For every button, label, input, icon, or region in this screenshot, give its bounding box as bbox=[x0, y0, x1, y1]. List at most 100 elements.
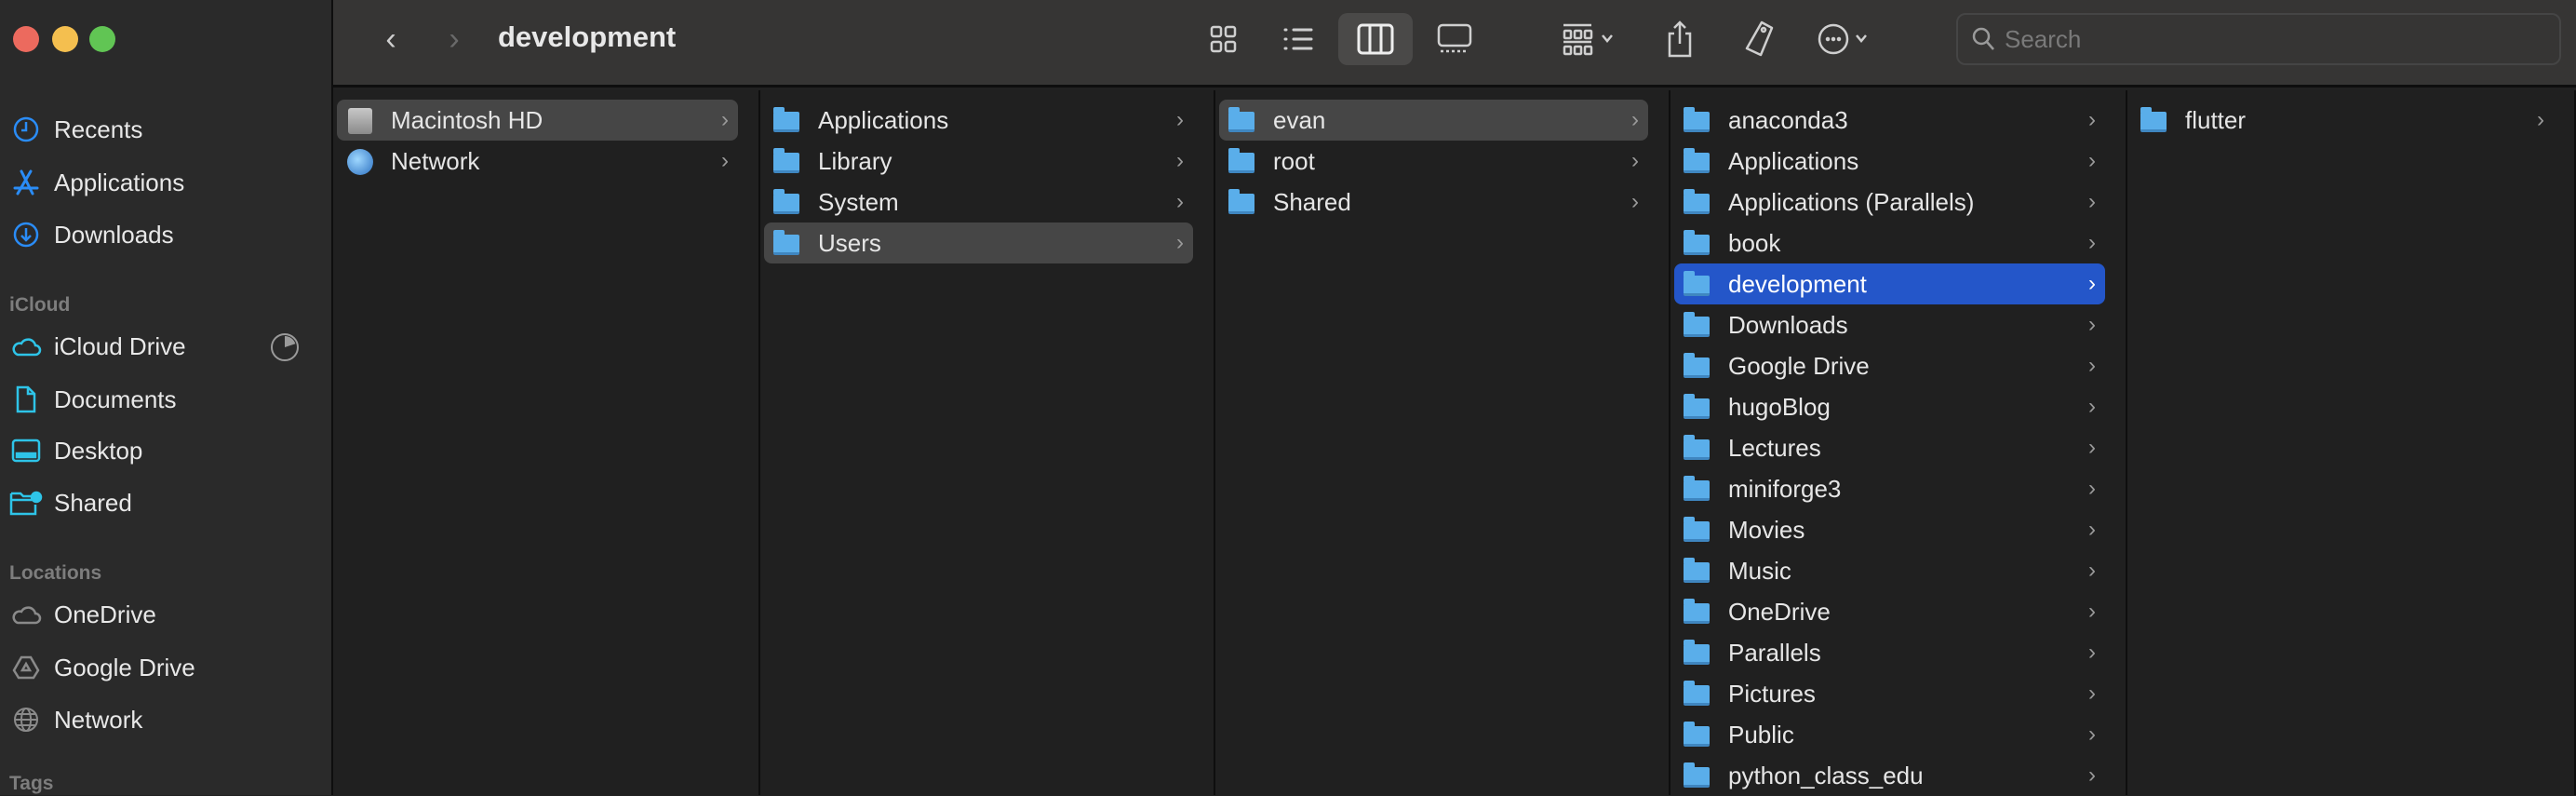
chevron-right-icon: › bbox=[2088, 762, 2096, 788]
minimize-button[interactable] bbox=[52, 26, 78, 52]
sidebar-item-label: Applications bbox=[54, 168, 185, 196]
sidebar-item-network[interactable]: Network bbox=[0, 696, 331, 743]
list-item[interactable]: Lectures › bbox=[1674, 427, 2105, 468]
shared-folder-icon bbox=[9, 490, 43, 516]
sidebar-item-label: Desktop bbox=[54, 436, 143, 465]
sidebar-item-icloud-drive[interactable]: iCloud Drive bbox=[0, 323, 331, 370]
columns-icon bbox=[1357, 23, 1394, 55]
item-name: book bbox=[1728, 228, 1781, 257]
browser-column-4: anaconda3 › Applications › Applications (Par… bbox=[1670, 90, 2127, 795]
icon-view-button[interactable] bbox=[1203, 13, 1244, 65]
tag-button[interactable] bbox=[1738, 13, 1779, 65]
download-icon bbox=[9, 221, 43, 249]
chevron-left-icon: ‹ bbox=[385, 20, 396, 57]
folder-icon bbox=[773, 189, 801, 214]
folder-icon bbox=[1684, 722, 1711, 747]
tag-icon bbox=[1745, 20, 1774, 57]
list-item[interactable]: Downloads › bbox=[1674, 304, 2105, 345]
network-globe-icon bbox=[346, 149, 374, 175]
globe-icon bbox=[9, 706, 43, 734]
list-item[interactable]: Public › bbox=[1674, 714, 2105, 755]
forward-button[interactable]: › bbox=[436, 13, 473, 65]
clock-icon bbox=[9, 115, 43, 143]
group-button[interactable] bbox=[1552, 13, 1627, 65]
zoom-button[interactable] bbox=[89, 26, 115, 52]
sidebar-item-google-drive[interactable]: Google Drive bbox=[0, 644, 331, 691]
browser-column-1: Macintosh HD › Network › bbox=[333, 90, 760, 795]
sidebar-item-shared[interactable]: Shared bbox=[0, 479, 331, 526]
gallery-view-button[interactable] bbox=[1431, 13, 1478, 65]
grid-icon bbox=[1210, 25, 1237, 53]
list-item[interactable]: Music › bbox=[1674, 550, 2105, 591]
list-item[interactable]: Google Drive › bbox=[1674, 345, 2105, 386]
sidebar-item-recents[interactable]: Recents bbox=[0, 106, 331, 153]
column-view-button[interactable] bbox=[1338, 13, 1413, 65]
list-item[interactable]: book › bbox=[1674, 223, 2105, 263]
list-item[interactable]: Macintosh HD › bbox=[337, 100, 738, 141]
list-item[interactable]: anaconda3 › bbox=[1674, 100, 2105, 141]
list-item[interactable]: Applications (Parallels) › bbox=[1674, 182, 2105, 223]
chevron-right-icon: › bbox=[2088, 230, 2096, 255]
folder-icon bbox=[1684, 517, 1711, 542]
item-name: Movies bbox=[1728, 515, 1805, 544]
sidebar-item-documents[interactable]: Documents bbox=[0, 376, 331, 423]
list-item[interactable]: Parallels › bbox=[1674, 632, 2105, 673]
sidebar-item-onedrive[interactable]: OneDrive bbox=[0, 591, 331, 638]
list-item[interactable]: Library › bbox=[764, 141, 1193, 182]
item-name: System bbox=[818, 187, 899, 216]
list-item[interactable]: Shared › bbox=[1219, 182, 1648, 223]
more-actions-button[interactable] bbox=[1808, 13, 1883, 65]
chevron-right-icon: › bbox=[2088, 517, 2096, 542]
google-drive-icon bbox=[9, 654, 43, 681]
item-name: Applications bbox=[1728, 146, 1859, 175]
folder-icon bbox=[1684, 435, 1711, 460]
folder-icon bbox=[1684, 681, 1711, 706]
sidebar-item-desktop[interactable]: Desktop bbox=[0, 427, 331, 474]
browser-column-5: flutter › bbox=[2127, 90, 2576, 795]
folder-icon bbox=[1684, 312, 1711, 337]
close-button[interactable] bbox=[13, 26, 39, 52]
chevron-right-icon: › bbox=[2088, 681, 2096, 706]
share-icon bbox=[1668, 20, 1692, 58]
list-item[interactable]: Pictures › bbox=[1674, 673, 2105, 714]
folder-icon bbox=[1228, 107, 1256, 132]
list-item[interactable]: flutter › bbox=[2131, 100, 2554, 141]
list-item[interactable]: Applications › bbox=[1674, 141, 2105, 182]
list-item[interactable]: root › bbox=[1219, 141, 1648, 182]
folder-icon bbox=[1228, 148, 1256, 173]
search-input[interactable] bbox=[2005, 24, 2526, 54]
list-view-button[interactable] bbox=[1278, 13, 1319, 65]
list-item[interactable]: miniforge3 › bbox=[1674, 468, 2105, 509]
folder-icon bbox=[1684, 148, 1711, 173]
chevron-right-icon: › bbox=[2088, 107, 2096, 132]
chevron-right-icon: › bbox=[2088, 353, 2096, 378]
list-item[interactable]: hugoBlog › bbox=[1674, 386, 2105, 427]
sidebar-item-downloads[interactable]: Downloads bbox=[0, 211, 331, 258]
list-item[interactable]: Network › bbox=[337, 141, 738, 182]
chevron-right-icon: › bbox=[2088, 558, 2096, 583]
list-item[interactable]: System › bbox=[764, 182, 1193, 223]
sidebar-item-label: Shared bbox=[54, 488, 132, 517]
item-name: miniforge3 bbox=[1728, 474, 1842, 503]
item-name: Public bbox=[1728, 720, 1794, 749]
share-button[interactable] bbox=[1659, 13, 1700, 65]
item-name: root bbox=[1273, 146, 1315, 175]
sidebar-section-tags_header: Tags bbox=[9, 773, 54, 794]
sidebar-item-applications[interactable]: Applications bbox=[0, 159, 331, 206]
list-item[interactable]: python_class_edu › bbox=[1674, 755, 2105, 796]
list-item[interactable]: development › bbox=[1674, 263, 2105, 304]
item-name: Library bbox=[818, 146, 892, 175]
list-item[interactable]: OneDrive › bbox=[1674, 591, 2105, 632]
search-field[interactable] bbox=[1956, 13, 2561, 65]
sidebar-item-label: Recents bbox=[54, 115, 143, 143]
toolbar: ‹ › development bbox=[333, 0, 2576, 88]
list-item[interactable]: evan › bbox=[1219, 100, 1648, 141]
chevron-right-icon: › bbox=[1631, 107, 1639, 132]
list-item[interactable]: Users › bbox=[764, 223, 1193, 263]
folder-icon bbox=[773, 148, 801, 173]
folder-icon bbox=[1684, 558, 1711, 583]
back-button[interactable]: ‹ bbox=[372, 13, 409, 65]
list-item[interactable]: Applications › bbox=[764, 100, 1193, 141]
list-item[interactable]: Movies › bbox=[1674, 509, 2105, 550]
sidebar-item-label: Downloads bbox=[54, 220, 174, 249]
